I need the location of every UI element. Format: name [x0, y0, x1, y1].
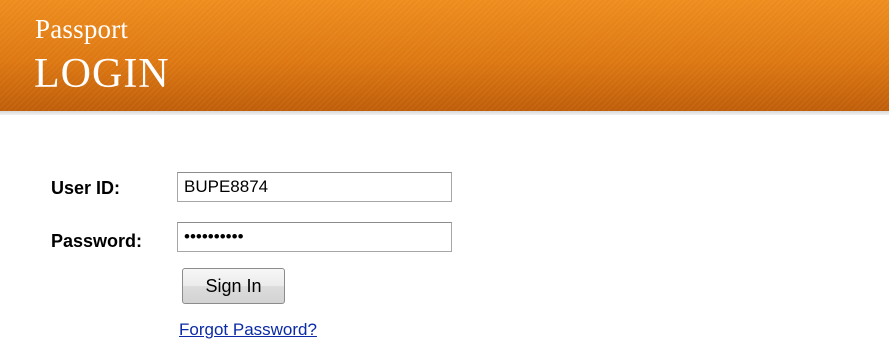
password-label: Password:: [51, 231, 143, 251]
user-id-input[interactable]: [177, 172, 452, 202]
banner-title: LOGIN: [34, 51, 170, 97]
user-id-label: User ID:: [51, 178, 121, 198]
password-input[interactable]: [177, 222, 452, 252]
sign-in-button[interactable]: Sign In: [182, 268, 285, 304]
banner-subtitle: Passport: [35, 14, 129, 44]
forgot-password-link[interactable]: Forgot Password?: [179, 320, 317, 340]
header-banner: Passport LOGIN: [0, 0, 889, 111]
header-divider: [0, 111, 889, 115]
